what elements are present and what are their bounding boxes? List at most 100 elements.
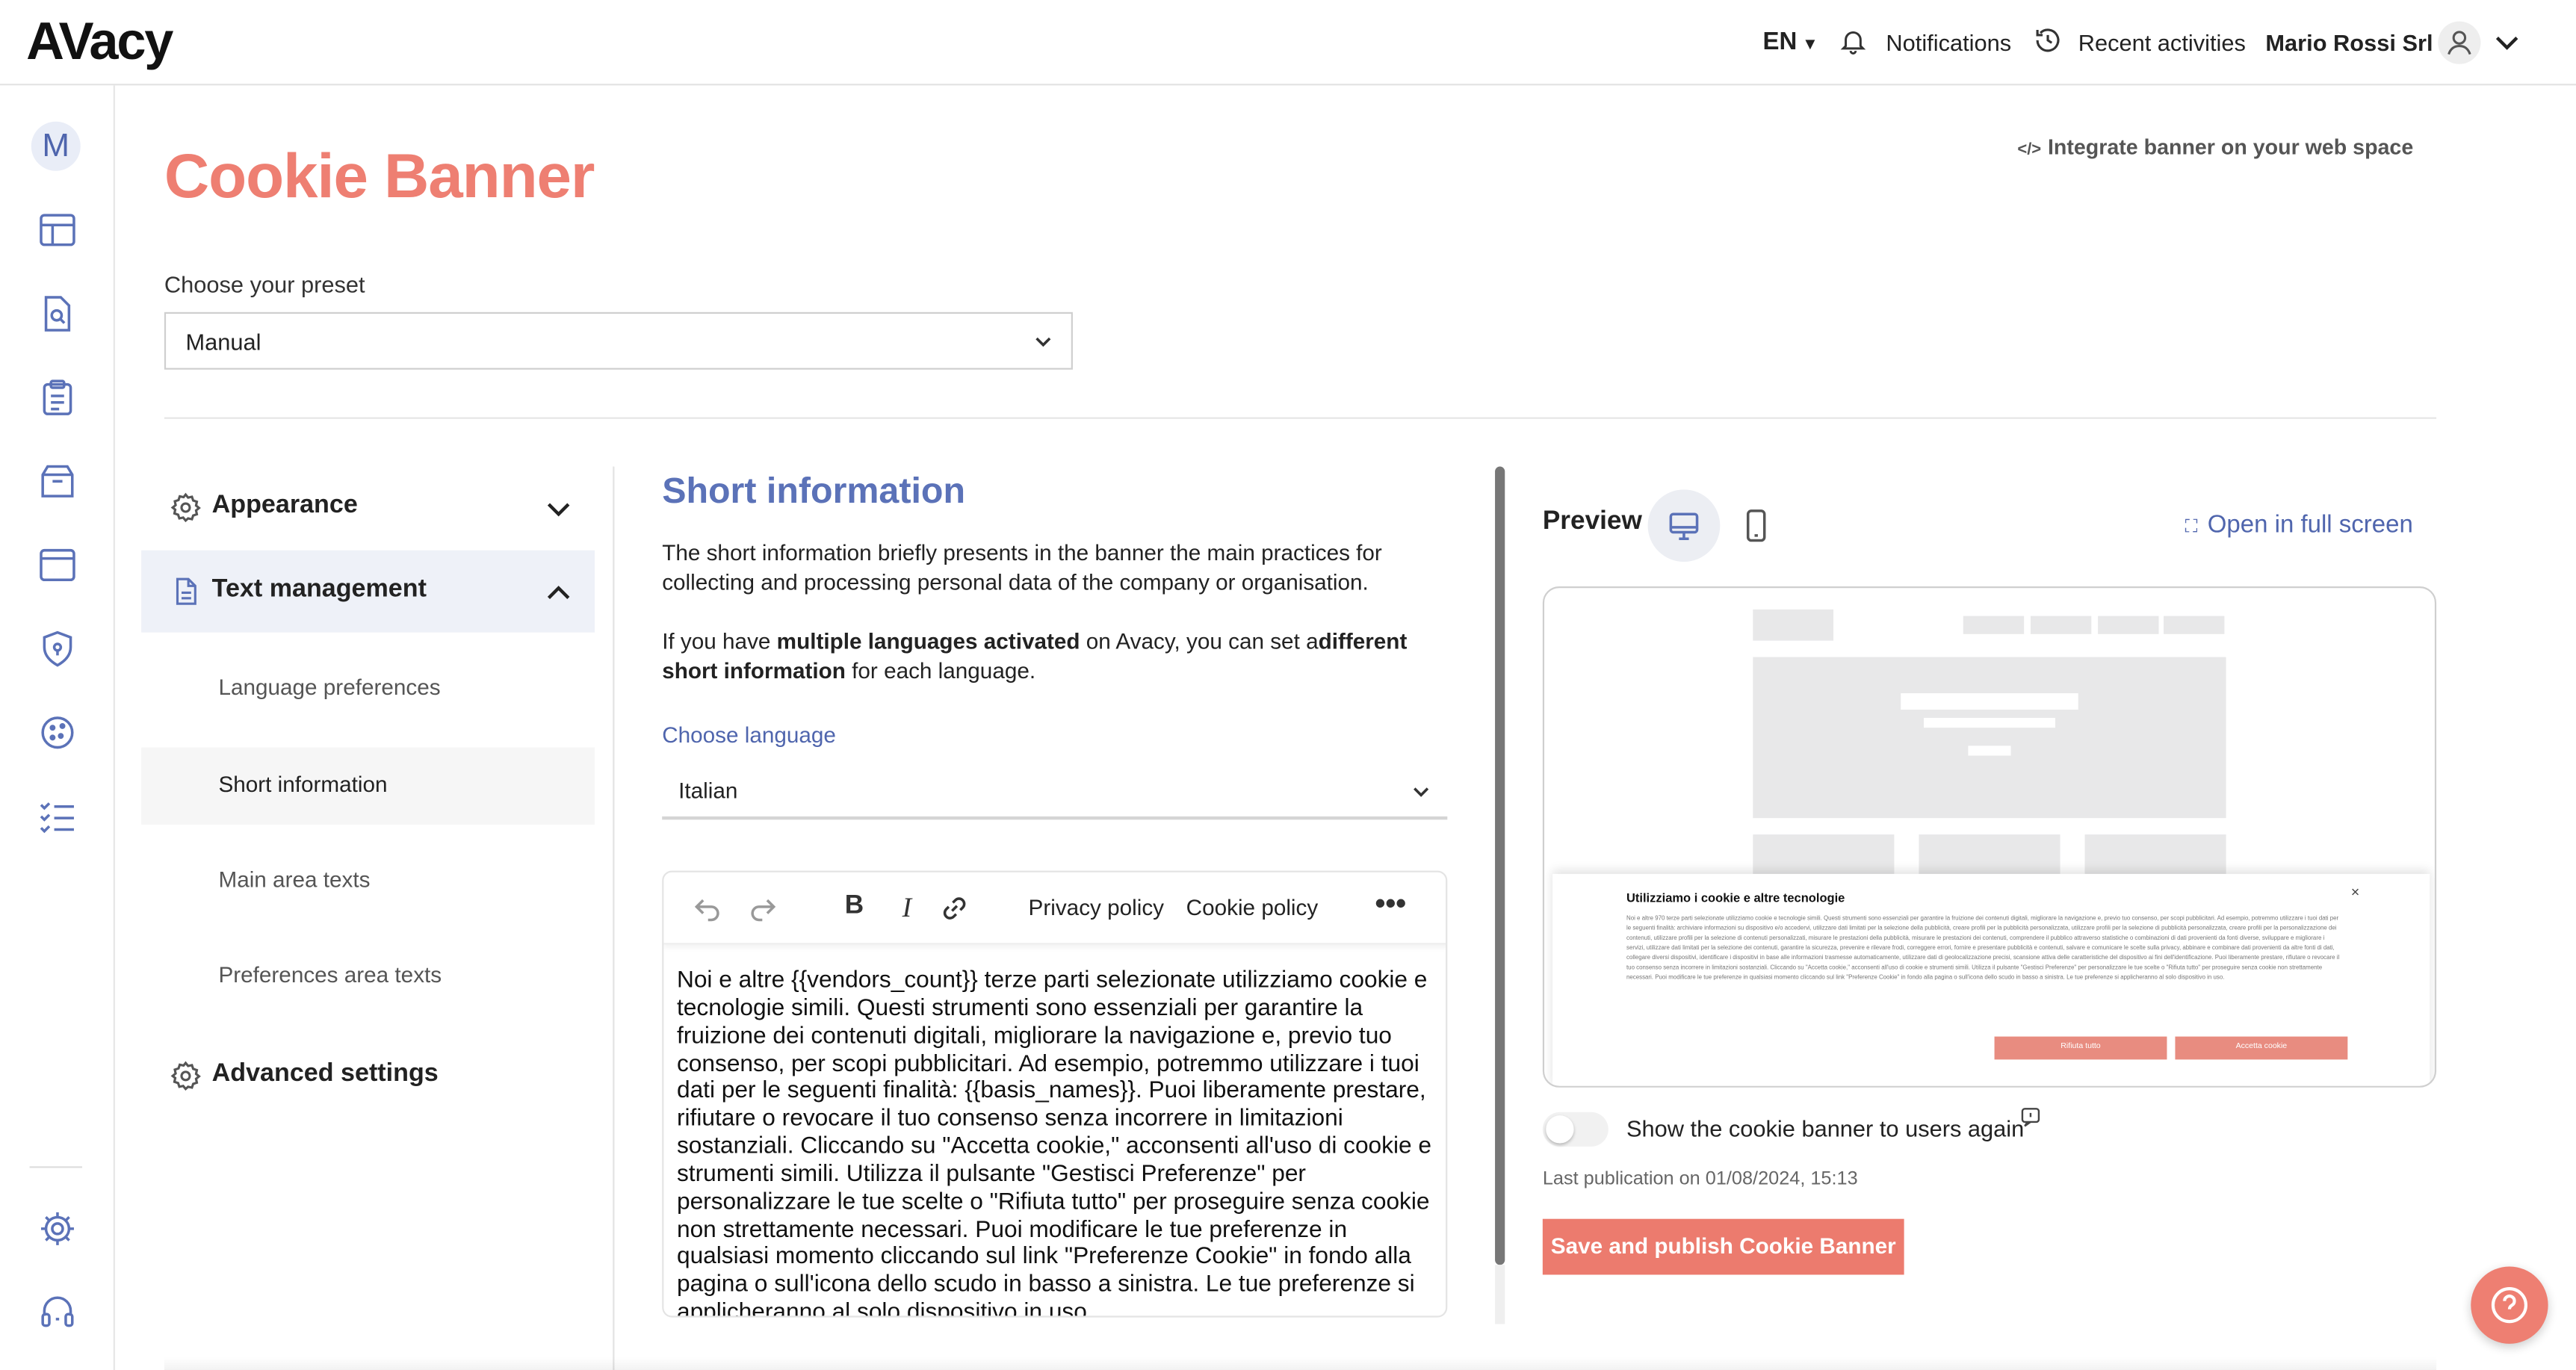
italic-icon[interactable]: I: [891, 892, 923, 925]
editor-content[interactable]: Noi e altre {{vendors_count}} terze part…: [677, 967, 1436, 1315]
menu-advanced-settings[interactable]: Advanced settings: [141, 1035, 595, 1117]
choose-language-label: Choose language: [662, 722, 836, 748]
save-and-publish-button[interactable]: Save and publish Cookie Banner: [1542, 1218, 1904, 1275]
monitor-icon: [1666, 508, 1702, 544]
submenu-label: Preferences area texts: [218, 962, 442, 988]
mock-nav: [2098, 616, 2159, 634]
note-text: on Avacy, you can set a: [1080, 629, 1319, 654]
browser-window-icon[interactable]: [36, 544, 78, 586]
mock-hero: [1753, 657, 2226, 819]
scrollbar-thumb[interactable]: [1495, 466, 1505, 1265]
privacy-policy-button[interactable]: Privacy policy: [1029, 895, 1164, 920]
column-divider: [613, 466, 615, 1370]
code-icon: </>: [2017, 141, 2042, 160]
mock-hero-line: [1968, 746, 2011, 756]
scrollbar-track[interactable]: [1495, 1265, 1505, 1324]
history-icon[interactable]: [2032, 25, 2063, 56]
language-value: Italian: [678, 778, 738, 804]
chevron-down-icon: [545, 496, 572, 522]
undo-icon[interactable]: [692, 892, 725, 925]
gear-icon: [169, 1059, 202, 1092]
recent-activities-link[interactable]: Recent activities: [2078, 26, 2246, 59]
more-options-icon[interactable]: •••: [1375, 889, 1408, 925]
bell-icon[interactable]: [1839, 26, 1868, 56]
notifications-link[interactable]: Notifications: [1886, 26, 2011, 59]
menu-text-management-label: Text management: [211, 574, 427, 604]
mock-nav: [2030, 616, 2092, 634]
page-title: Cookie Banner: [164, 143, 595, 212]
caret-down-icon: ▼: [1801, 36, 1818, 55]
sidebar: M: [0, 85, 115, 1370]
mobile-view-button[interactable]: [1736, 506, 1776, 545]
language-select[interactable]: Italian: [662, 766, 1448, 820]
last-publication: Last publication on 01/08/2024, 15:13: [1542, 1169, 1858, 1190]
submenu-label: Main area texts: [218, 867, 371, 893]
submenu-main-area-texts[interactable]: Main area texts: [141, 843, 595, 920]
chevron-up-icon: [545, 580, 572, 606]
submenu-label: Short information: [218, 772, 388, 797]
bold-icon[interactable]: B: [837, 892, 870, 925]
banner-preview: × Utilizziamo i cookie e altre tecnologi…: [1542, 586, 2437, 1088]
mini-cookie-banner: × Utilizziamo i cookie e altre tecnologi…: [1552, 873, 2430, 1086]
settings-icon[interactable]: [36, 1207, 78, 1250]
editor-toolbar: B I Privacy policy Cookie policy •••: [663, 872, 1446, 945]
info-icon[interactable]: [2021, 1107, 2040, 1127]
link-icon[interactable]: [938, 892, 971, 925]
chevron-down-icon: [1411, 782, 1431, 802]
submenu-label: Language preferences: [218, 675, 441, 700]
integrate-banner-link[interactable]: </> Integrate banner on your web space: [2017, 131, 2413, 167]
mock-nav: [2164, 616, 2225, 634]
help-button[interactable]: [2471, 1266, 2548, 1344]
expand-icon: ⛶: [2185, 517, 2198, 538]
toggle-knob: [1546, 1115, 1574, 1144]
user-avatar-icon[interactable]: [2438, 21, 2481, 64]
cookie-policy-button[interactable]: Cookie policy: [1186, 895, 1319, 920]
sidebar-divider: [29, 1166, 82, 1168]
preview-label: Preview: [1542, 507, 1642, 536]
shield-icon[interactable]: [36, 627, 78, 670]
chevron-down-icon[interactable]: [2494, 30, 2520, 56]
language-switcher[interactable]: EN ▼: [1763, 26, 1818, 62]
document-icon: [169, 575, 202, 608]
mock-nav: [1963, 616, 2025, 634]
close-icon: ×: [2350, 884, 2360, 901]
open-fullscreen-link[interactable]: ⛶ Open in full screen: [2185, 509, 2413, 544]
headset-icon[interactable]: [36, 1291, 78, 1333]
company-name[interactable]: Mario Rossi Srl: [2265, 26, 2433, 59]
mock-hero-line: [1901, 692, 2078, 710]
integrate-banner-label: Integrate banner on your web space: [2047, 134, 2414, 160]
box-icon[interactable]: [36, 460, 78, 503]
menu-appearance-label: Appearance: [211, 491, 358, 519]
desktop-view-button[interactable]: [1647, 489, 1721, 562]
language-label: EN: [1762, 28, 1798, 56]
mock-hero-line: [1924, 717, 2055, 728]
multi-language-note: If you have multiple languages activated…: [662, 627, 1434, 686]
note-text: If you have: [662, 629, 777, 654]
checklist-icon[interactable]: [36, 795, 78, 837]
smartphone-icon: [1746, 509, 1766, 542]
menu-text-management[interactable]: Text management: [141, 550, 595, 633]
section-divider: [164, 417, 2437, 419]
menu-appearance[interactable]: Appearance: [141, 467, 595, 549]
avacy-logo[interactable]: AVacy: [26, 13, 173, 69]
document-search-icon[interactable]: [36, 292, 78, 335]
submenu-short-information[interactable]: Short information: [141, 747, 595, 825]
dashboard-icon[interactable]: [36, 208, 78, 251]
preset-select[interactable]: Manual: [164, 311, 1073, 370]
note-bold: multiple languages activated: [776, 629, 1080, 654]
rich-text-editor: B I Privacy policy Cookie policy ••• Noi…: [662, 870, 1448, 1318]
chevron-down-icon: [1033, 332, 1053, 351]
top-bar: AVacy EN ▼ Notifications Recent activitie…: [0, 0, 2576, 86]
clipboard-list-icon[interactable]: [36, 376, 78, 419]
mock-logo: [1753, 609, 1834, 641]
submenu-language-preferences[interactable]: Language preferences: [141, 651, 595, 728]
submenu-preferences-area-texts[interactable]: Preferences area texts: [141, 938, 595, 1015]
short-info-description: The short information briefly presents i…: [662, 540, 1382, 595]
cookie-icon[interactable]: [36, 711, 78, 754]
redo-icon[interactable]: [746, 892, 778, 925]
mini-banner-title: Utilizziamo i cookie e altre tecnologie: [1626, 890, 1845, 905]
menu-advanced-settings-label: Advanced settings: [211, 1059, 439, 1088]
question-icon: [2489, 1285, 2530, 1326]
app-root: AVacy EN ▼ Notifications Recent activitie…: [0, 0, 2576, 1370]
workspace-avatar[interactable]: M: [31, 121, 81, 171]
